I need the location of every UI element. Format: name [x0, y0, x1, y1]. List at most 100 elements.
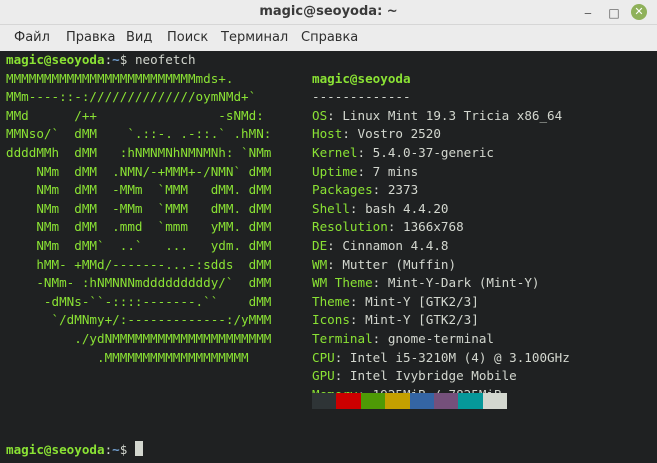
info-colon: : — [372, 182, 388, 198]
info-colon: : — [334, 349, 350, 365]
info-row-resolution: Resolution: 1366x768 — [312, 218, 464, 237]
info-colon: : — [349, 293, 366, 309]
info-header: magic@seoyoda — [312, 70, 411, 86]
color-swatch — [360, 393, 386, 409]
info-row-theme: Theme: Mint-Y [GTK2/3] — [312, 293, 479, 312]
info-row-terminal: Terminal: gnome-terminal — [312, 330, 494, 349]
info-row-wm: WM: Mutter (Muffin) — [312, 256, 456, 275]
info-colon: : — [372, 331, 388, 346]
terminal-window: magic@seoyoda: ~ ‒ □ ✕ Файл Правка Вид П… — [0, 0, 657, 463]
info-key: Uptime — [312, 163, 358, 179]
info-colon: : — [372, 275, 388, 291]
color-swatch — [312, 393, 337, 409]
logo-line: `/dMNmy+/:-------------:/yMMM — [6, 312, 272, 328]
info-row-packages: Packages: 2373 — [312, 181, 418, 200]
close-icon[interactable]: ✕ — [631, 4, 647, 20]
info-key: OS — [312, 107, 328, 123]
info-value: Mutter (Muffin) — [342, 256, 457, 272]
info-row-wm-theme: WM Theme: Mint-Y-Dark (Mint-Y) — [312, 274, 540, 293]
logo-line: MMMMMMMMMMMMMMMMMMMMMMMMMmds+. — [6, 70, 234, 86]
info-row-de: DE: Cinnamon 4.4.8 — [312, 237, 449, 256]
logo-line: hMM- +MMd/-------...-:sdds dMM — [6, 256, 272, 272]
menu-help[interactable]: Справка — [301, 30, 358, 45]
color-swatch — [385, 393, 410, 409]
prompt-user-host: magic@seoyoda — [6, 52, 105, 67]
color-swatch — [482, 393, 508, 409]
info-key: DE — [312, 238, 328, 253]
logo-line: .MMMMMMMMMMMMMMMMMMM — [6, 349, 249, 365]
menu-file[interactable]: Файл — [14, 30, 50, 45]
color-swatch — [458, 393, 483, 409]
info-row-gpu: GPU: Intel Ivybridge Mobile — [312, 367, 517, 386]
prompt-path: ~ — [112, 52, 120, 67]
prompt-dollar: $ — [119, 442, 135, 457]
info-row-host: Host: Vostro 2520 — [312, 125, 441, 144]
info-value: bash 4.4.20 — [365, 200, 449, 216]
info-value: 1366x768 — [403, 219, 464, 235]
info-key: Kernel — [312, 145, 358, 160]
info-row-cpu: CPU: Intel i5-3210M (4) @ 3.100GHz — [312, 349, 570, 368]
title-bar[interactable]: magic@seoyoda: ~ ‒ □ ✕ — [0, 0, 657, 25]
info-key: Packages — [312, 182, 373, 198]
minimize-icon[interactable]: ‒ — [581, 6, 595, 20]
info-row-uptime: Uptime: 7 mins — [312, 163, 418, 182]
info-key: Host — [312, 126, 343, 142]
info-colon: : — [334, 368, 350, 384]
logo-line: MMm----::-://////////////oymNMd+` — [6, 89, 257, 105]
prompt-user-host: magic@seoyoda — [6, 442, 105, 457]
logo-line: -NMm- :hNMNNNmdddddddddy/` dMM — [6, 275, 272, 291]
logo-line: NMm dMM -MMm `MMM dMM. dMM — [6, 182, 272, 198]
logo-line: NMm dMM .NMN/-+MMM+-/NMN` dMM — [6, 163, 272, 179]
color-palette — [312, 393, 508, 409]
logo-line: MMd /++ -sNMd: — [6, 107, 264, 123]
info-value: 5.4.0-37-generic — [372, 145, 494, 160]
info-key: CPU — [312, 349, 335, 365]
info-value: Linux Mint 19.3 Tricia x86_64 — [342, 107, 563, 123]
info-value: Mint-Y-Dark (Mint-Y) — [387, 275, 540, 291]
logo-line: ./ydNMMMMMMMMMMMMMMMMMMMMM — [6, 331, 272, 346]
color-swatch — [336, 393, 361, 409]
info-key: Icons — [312, 312, 350, 328]
info-colon: : — [349, 200, 366, 216]
info-colon: : — [342, 126, 358, 142]
prompt-command: neofetch — [134, 52, 196, 67]
menu-terminal[interactable]: Терминал — [221, 30, 288, 45]
prompt-path: ~ — [112, 442, 120, 457]
menu-bar: Файл Правка Вид Поиск Терминал Справка — [0, 25, 657, 51]
logo-line: -dMNs-``-::::-------.`` dMM — [6, 293, 272, 309]
color-swatch — [409, 393, 434, 409]
prompt-dollar: $ — [119, 52, 135, 67]
info-value: Mint-Y [GTK2/3] — [365, 293, 479, 309]
menu-view[interactable]: Вид — [126, 30, 152, 45]
info-value: Vostro 2520 — [357, 126, 441, 142]
info-colon: : — [387, 219, 403, 235]
terminal-output[interactable]: magic@seoyoda:~$ neofetch MMMMMMMMMMMMMM… — [0, 51, 657, 463]
menu-edit[interactable]: Правка — [66, 30, 115, 45]
logo-line: NMm dMM` ..` ... ydm. dMM — [6, 238, 272, 253]
menu-search[interactable]: Поиск — [167, 30, 208, 45]
command-prompt-line: magic@seoyoda:~$ neofetch — [6, 51, 196, 70]
info-colon: : — [327, 256, 343, 272]
info-value: Cinnamon 4.4.8 — [342, 238, 449, 253]
info-colon: : — [357, 163, 373, 179]
info-colon: : — [327, 238, 343, 253]
info-value: gnome-terminal — [387, 331, 494, 346]
info-value: Mint-Y [GTK2/3] — [365, 312, 479, 328]
info-key: Theme — [312, 293, 350, 309]
info-key: Resolution — [312, 219, 388, 235]
window-title: magic@seoyoda: ~ — [259, 4, 398, 19]
info-value: Intel i5-3210M (4) @ 3.100GHz — [349, 349, 570, 365]
info-colon: : — [349, 312, 366, 328]
info-key: Terminal — [312, 331, 373, 346]
info-divider: ------------- — [312, 89, 411, 105]
info-row-os: OS: Linux Mint 19.3 Tricia x86_64 — [312, 107, 562, 126]
info-key: GPU — [312, 368, 335, 384]
info-key: WM Theme — [312, 275, 373, 291]
info-key: Shell — [312, 200, 350, 216]
logo-line: ddddMMh dMM :hNMNMNhNMNMNh: `NMm — [6, 145, 272, 160]
info-value: 2373 — [387, 182, 419, 198]
info-key: WM — [312, 256, 328, 272]
maximize-icon[interactable]: □ — [607, 6, 621, 20]
info-row-icons: Icons: Mint-Y [GTK2/3] — [312, 311, 479, 330]
info-row-shell: Shell: bash 4.4.20 — [312, 200, 449, 219]
